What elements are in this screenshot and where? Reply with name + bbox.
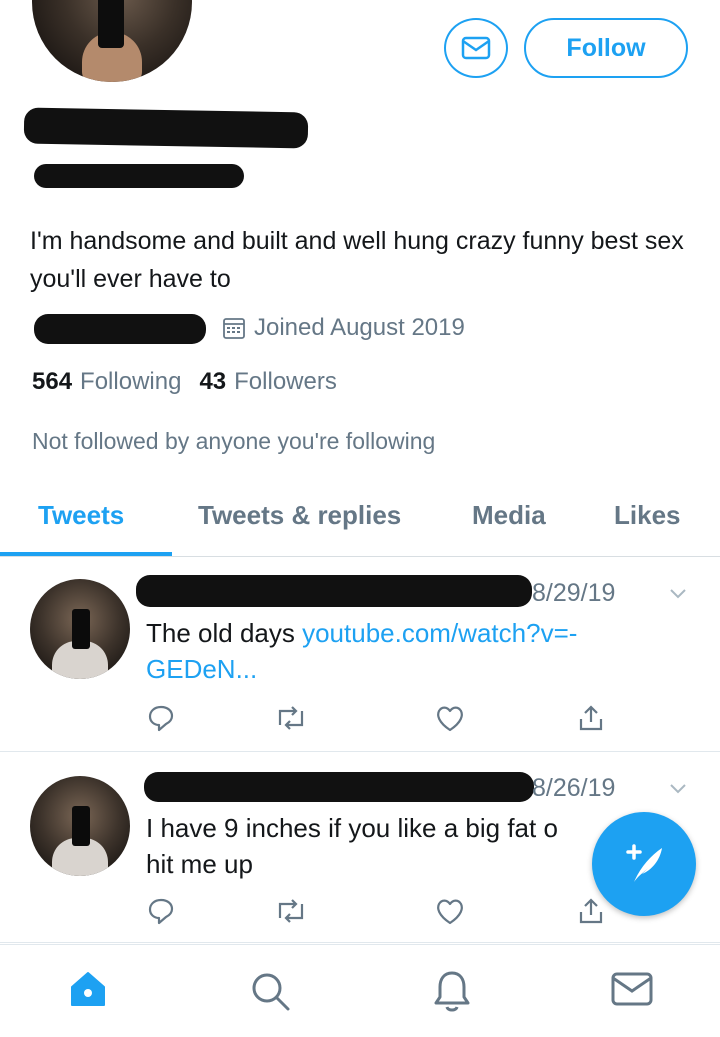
share-icon[interactable] (576, 703, 606, 738)
profile-avatar[interactable] (32, 0, 192, 82)
chevron-down-icon[interactable] (668, 782, 688, 796)
like-icon[interactable] (434, 703, 466, 738)
following-link[interactable]: 564 Following (32, 368, 181, 396)
tweet-text: I have 9 inches if you like a big fat o (146, 813, 558, 843)
tweet-actions (146, 896, 626, 928)
like-icon[interactable] (434, 896, 466, 931)
tab-tweets[interactable]: Tweets (38, 500, 124, 531)
tweet-text: The old days youtube.com/watch?v=-GEDeN.… (146, 618, 578, 684)
notifications-icon[interactable] (432, 969, 472, 1018)
profile-bio: I'm handsome and built and well hung cra… (30, 227, 684, 293)
not-followed-note: Not followed by anyone you're following (32, 428, 436, 454)
profile-tabs: Tweets Tweets & replies Media Likes (0, 490, 720, 557)
tab-likes[interactable]: Likes (614, 500, 681, 531)
chevron-down-icon[interactable] (668, 587, 688, 601)
tweet-text-line2: hit me up (146, 849, 253, 879)
tweet-date: 8/29/19 (532, 579, 616, 607)
tweet-author-redacted (136, 575, 532, 607)
tab-tweets-replies[interactable]: Tweets & replies (198, 500, 401, 531)
home-icon[interactable] (68, 969, 108, 1014)
followers-link[interactable]: 43 Followers (199, 368, 336, 396)
joined-row: Joined August 2019 (222, 314, 465, 342)
reply-icon[interactable] (146, 703, 176, 738)
reply-icon[interactable] (146, 896, 176, 931)
handle-redacted (34, 164, 244, 188)
mail-icon (461, 36, 491, 60)
search-icon[interactable] (248, 969, 292, 1018)
retweet-icon[interactable] (274, 703, 308, 738)
tweet-author-redacted (144, 772, 534, 802)
follow-counts: 564 Following 43 Followers (32, 368, 337, 396)
tweet-avatar[interactable] (30, 776, 130, 876)
tweet-item[interactable]: 8/29/19 The old days youtube.com/watch?v… (0, 557, 720, 752)
compose-tweet-icon (626, 844, 662, 882)
tab-media[interactable]: Media (472, 500, 546, 531)
messages-icon[interactable] (610, 969, 654, 1014)
active-tab-indicator (0, 552, 172, 556)
message-button[interactable] (444, 18, 508, 78)
tweet-avatar[interactable] (30, 579, 130, 679)
bottom-nav (0, 944, 720, 1037)
location-redacted (34, 314, 206, 344)
tweet-date: 8/26/19 (532, 774, 616, 802)
follow-button[interactable]: Follow (524, 18, 688, 78)
retweet-icon[interactable] (274, 896, 308, 931)
calendar-icon (223, 318, 245, 339)
compose-tweet-button[interactable] (592, 812, 696, 916)
joined-date: Joined August 2019 (254, 314, 465, 341)
share-icon[interactable] (576, 896, 606, 931)
tweet-actions (146, 703, 626, 735)
display-name-redacted (23, 107, 309, 149)
